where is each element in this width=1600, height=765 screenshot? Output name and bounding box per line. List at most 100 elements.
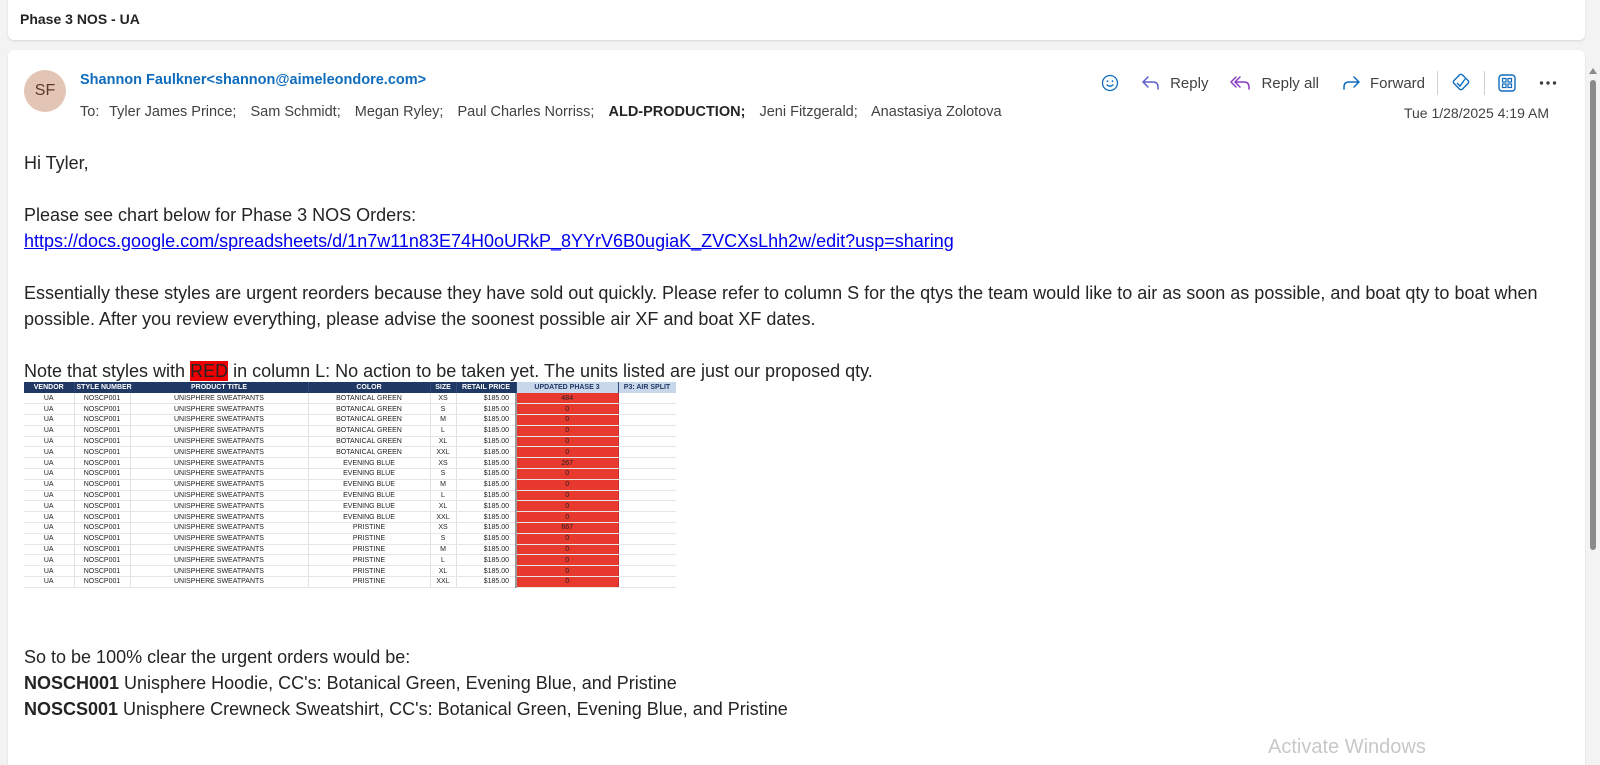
table-cell[interactable]: $185.00 bbox=[456, 490, 517, 502]
table-cell[interactable]: XS bbox=[430, 522, 457, 534]
table-cell[interactable]: NOSCP001 bbox=[74, 544, 131, 556]
table-cell[interactable]: EVENING BLUE bbox=[308, 490, 431, 502]
table-cell[interactable]: S bbox=[430, 403, 457, 416]
table-cell[interactable]: 0 bbox=[515, 414, 619, 426]
recipient[interactable]: Sam Schmidt; bbox=[250, 104, 340, 120]
table-cell[interactable]: PRISTINE bbox=[308, 533, 431, 545]
spreadsheet-link[interactable]: https://docs.google.com/spreadsheets/d/1… bbox=[24, 231, 954, 251]
table-cell[interactable]: $185.00 bbox=[456, 425, 517, 437]
table-cell[interactable]: 0 bbox=[515, 500, 619, 513]
table-cell[interactable]: $185.00 bbox=[456, 554, 517, 567]
table-cell[interactable] bbox=[618, 446, 676, 459]
recipient[interactable]: Paul Charles Norriss; bbox=[457, 104, 594, 120]
table-cell[interactable]: UNISPHERE SWEATPANTS bbox=[130, 500, 309, 513]
table-cell[interactable]: UA bbox=[24, 457, 75, 470]
reply-button[interactable]: Reply bbox=[1141, 75, 1208, 92]
table-cell[interactable] bbox=[618, 479, 676, 491]
table-cell[interactable]: UNISPHERE SWEATPANTS bbox=[130, 393, 309, 405]
table-cell[interactable]: UNISPHERE SWEATPANTS bbox=[130, 479, 309, 491]
table-cell[interactable]: PRISTINE bbox=[308, 544, 431, 556]
table-cell[interactable]: M bbox=[430, 544, 457, 556]
table-cell[interactable]: EVENING BLUE bbox=[308, 511, 431, 524]
table-cell[interactable] bbox=[618, 468, 676, 480]
table-cell[interactable] bbox=[618, 403, 676, 416]
forward-button[interactable]: Forward bbox=[1341, 75, 1425, 92]
emoji-button[interactable] bbox=[1101, 74, 1119, 92]
table-cell[interactable]: L bbox=[430, 425, 457, 437]
table-cell[interactable]: S bbox=[430, 468, 457, 480]
table-cell[interactable]: NOSCP001 bbox=[74, 533, 131, 545]
table-cell[interactable]: UNISPHERE SWEATPANTS bbox=[130, 565, 309, 578]
table-cell[interactable]: UA bbox=[24, 565, 75, 578]
table-cell[interactable]: $185.00 bbox=[456, 533, 517, 545]
table-cell[interactable]: UNISPHERE SWEATPANTS bbox=[130, 522, 309, 534]
recipient-group[interactable]: ALD-PRODUCTION; bbox=[608, 104, 745, 120]
table-cell[interactable]: NOSCP001 bbox=[74, 490, 131, 502]
column-header[interactable]: PRODUCT TITLE bbox=[130, 382, 309, 393]
table-cell[interactable]: NOSCP001 bbox=[74, 511, 131, 524]
table-cell[interactable]: UNISPHERE SWEATPANTS bbox=[130, 457, 309, 470]
table-cell[interactable] bbox=[618, 414, 676, 426]
table-cell[interactable]: 484 bbox=[515, 393, 619, 405]
table-cell[interactable]: 0 bbox=[515, 490, 619, 502]
table-cell[interactable]: 0 bbox=[515, 468, 619, 480]
table-cell[interactable]: UA bbox=[24, 436, 75, 448]
table-cell[interactable]: UNISPHERE SWEATPANTS bbox=[130, 490, 309, 502]
column-header[interactable]: UPDATED PHASE 3 bbox=[516, 382, 619, 393]
column-header[interactable]: VENDOR bbox=[24, 382, 75, 393]
table-cell[interactable]: UNISPHERE SWEATPANTS bbox=[130, 414, 309, 426]
table-cell[interactable]: 0 bbox=[515, 544, 619, 556]
table-cell[interactable]: NOSCP001 bbox=[74, 468, 131, 480]
table-cell[interactable]: UA bbox=[24, 425, 75, 437]
table-cell[interactable]: UA bbox=[24, 554, 75, 567]
table-cell[interactable]: $185.00 bbox=[456, 414, 517, 426]
table-cell[interactable]: UNISPHERE SWEATPANTS bbox=[130, 533, 309, 545]
table-cell[interactable]: UA bbox=[24, 490, 75, 502]
table-cell[interactable] bbox=[618, 425, 676, 437]
column-header[interactable]: STYLE NUMBER bbox=[74, 382, 132, 393]
table-cell[interactable]: $185.00 bbox=[456, 544, 517, 556]
table-cell[interactable] bbox=[618, 511, 676, 524]
table-cell[interactable]: PRISTINE bbox=[308, 565, 431, 578]
table-cell[interactable]: 0 bbox=[515, 565, 619, 578]
table-cell[interactable]: PRISTINE bbox=[308, 554, 431, 567]
table-cell[interactable]: XS bbox=[430, 393, 457, 405]
table-cell[interactable]: $185.00 bbox=[456, 565, 517, 578]
table-cell[interactable]: $185.00 bbox=[456, 446, 517, 459]
table-cell[interactable]: UA bbox=[24, 533, 75, 545]
table-cell[interactable]: PRISTINE bbox=[308, 522, 431, 534]
table-cell[interactable]: XL bbox=[430, 436, 457, 448]
table-cell[interactable]: 0 bbox=[515, 511, 619, 524]
table-cell[interactable]: BOTANICAL GREEN bbox=[308, 403, 431, 416]
table-cell[interactable] bbox=[618, 554, 676, 567]
table-cell[interactable]: XXL bbox=[430, 511, 457, 524]
avatar[interactable]: SF bbox=[24, 70, 66, 112]
table-cell[interactable]: UNISPHERE SWEATPANTS bbox=[130, 446, 309, 459]
table-cell[interactable]: L bbox=[430, 554, 457, 567]
table-cell[interactable]: $185.00 bbox=[456, 479, 517, 491]
table-cell[interactable]: EVENING BLUE bbox=[308, 457, 431, 470]
table-cell[interactable]: UNISPHERE SWEATPANTS bbox=[130, 436, 309, 448]
table-cell[interactable]: UNISPHERE SWEATPANTS bbox=[130, 544, 309, 556]
table-cell[interactable]: EVENING BLUE bbox=[308, 479, 431, 491]
table-cell[interactable]: XL bbox=[430, 500, 457, 513]
table-cell[interactable]: $185.00 bbox=[456, 393, 517, 405]
table-cell[interactable]: L bbox=[430, 490, 457, 502]
table-cell[interactable] bbox=[618, 436, 676, 448]
table-cell[interactable]: UNISPHERE SWEATPANTS bbox=[130, 576, 309, 588]
table-cell[interactable]: NOSCP001 bbox=[74, 436, 131, 448]
table-cell[interactable]: 667 bbox=[515, 522, 619, 534]
table-cell[interactable]: 0 bbox=[515, 425, 619, 437]
table-cell[interactable]: NOSCP001 bbox=[74, 576, 131, 588]
more-options-button[interactable] bbox=[1539, 80, 1557, 86]
table-cell[interactable] bbox=[618, 500, 676, 513]
table-cell[interactable]: UNISPHERE SWEATPANTS bbox=[130, 554, 309, 567]
table-cell[interactable]: UNISPHERE SWEATPANTS bbox=[130, 511, 309, 524]
table-cell[interactable]: NOSCP001 bbox=[74, 479, 131, 491]
table-cell[interactable] bbox=[618, 393, 676, 405]
table-cell[interactable]: 0 bbox=[515, 554, 619, 567]
table-cell[interactable]: 267 bbox=[515, 457, 619, 470]
table-cell[interactable]: NOSCP001 bbox=[74, 500, 131, 513]
table-cell[interactable]: XL bbox=[430, 565, 457, 578]
table-cell[interactable]: NOSCP001 bbox=[74, 414, 131, 426]
